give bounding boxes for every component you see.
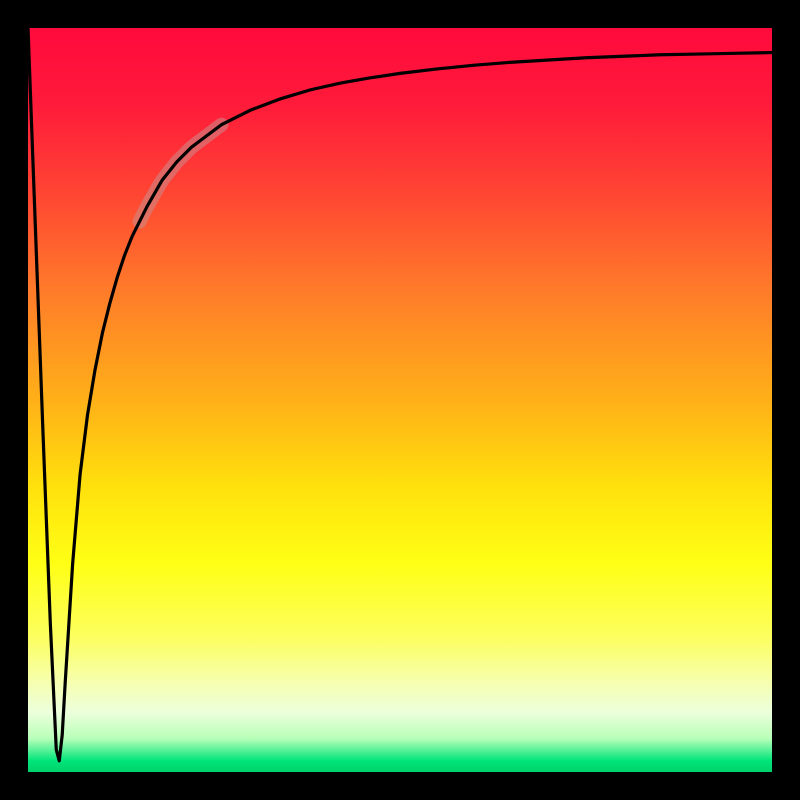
chart-frame: TheBottleneck.com xyxy=(0,0,800,800)
plot-area xyxy=(28,28,772,772)
chart-canvas xyxy=(0,0,800,800)
